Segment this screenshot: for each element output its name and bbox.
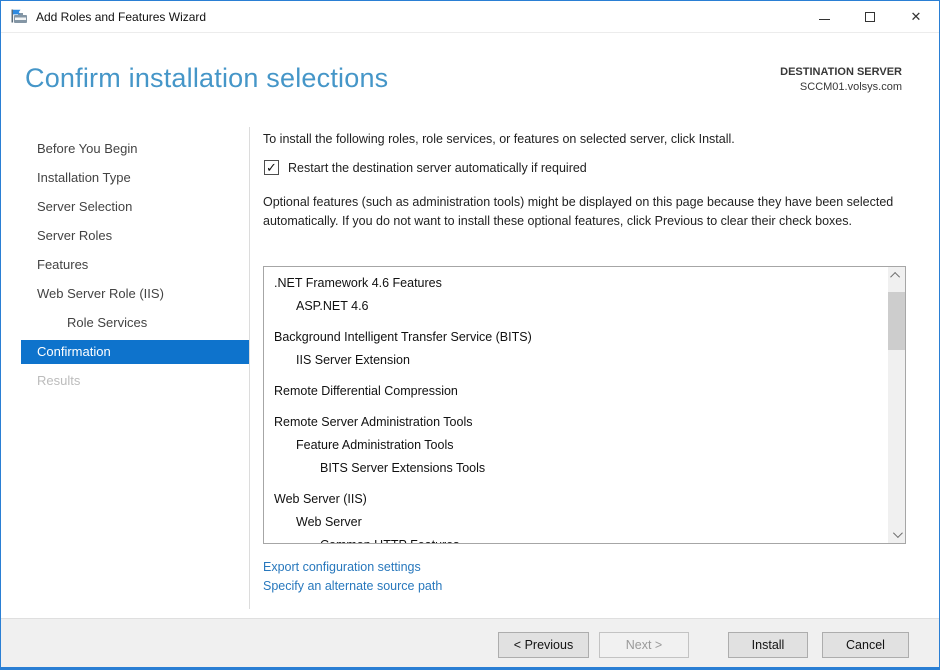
selection-group: Remote Differential Compression: [274, 380, 885, 403]
title-bar: Add Roles and Features Wizard ✕: [1, 1, 939, 33]
wizard-steps: Before You BeginInstallation TypeServer …: [21, 134, 249, 395]
server-manager-icon: [11, 9, 28, 25]
list-item-remote-server-administration-tools: Remote Server Administration Tools: [274, 411, 885, 434]
link-export-configuration-settings[interactable]: Export configuration settings: [263, 558, 442, 577]
destination-server-label: DESTINATION SERVER: [780, 65, 902, 80]
scroll-down-button[interactable]: [888, 526, 905, 543]
scroll-up-button[interactable]: [888, 267, 905, 284]
sidebar-item-role-services[interactable]: Role Services: [21, 308, 249, 337]
close-icon: ✕: [911, 10, 922, 23]
list-item-asp-net-4-6: ASP.NET 4.6: [274, 295, 885, 318]
sidebar-item-results: Results: [21, 366, 249, 395]
maximize-button[interactable]: [847, 1, 893, 32]
restart-checkbox-label: Restart the destination server automatic…: [288, 161, 587, 175]
selection-listbox[interactable]: .NET Framework 4.6 FeaturesASP.NET 4.6 Ba…: [263, 266, 906, 544]
list-item-net-framework-4-6-features: .NET Framework 4.6 Features: [274, 272, 885, 295]
selection-group: Background Intelligent Transfer Service …: [274, 326, 885, 372]
selection-list: .NET Framework 4.6 FeaturesASP.NET 4.6 Ba…: [264, 267, 905, 544]
selection-group: Remote Server Administration ToolsFeatur…: [274, 411, 885, 480]
close-button[interactable]: ✕: [893, 1, 939, 32]
chevron-down-icon: [893, 528, 903, 538]
sidebar-item-confirmation[interactable]: Confirmation: [21, 340, 249, 364]
chevron-up-icon: [890, 272, 900, 282]
list-item-feature-administration-tools: Feature Administration Tools: [274, 434, 885, 457]
scrollbar-thumb[interactable]: [888, 292, 905, 350]
wizard-window: Add Roles and Features Wizard ✕ Confirm …: [0, 0, 940, 670]
listbox-scrollbar[interactable]: [888, 267, 905, 543]
window-title: Add Roles and Features Wizard: [36, 10, 206, 24]
list-item-remote-differential-compression: Remote Differential Compression: [274, 380, 885, 403]
cancel-button[interactable]: Cancel: [822, 632, 909, 658]
list-item-bits-server-extensions-tools: BITS Server Extensions Tools: [274, 457, 885, 480]
sidebar-item-installation-type[interactable]: Installation Type: [21, 163, 249, 192]
list-item-common-http-features: Common HTTP Features: [274, 534, 885, 544]
maximize-icon: [865, 12, 875, 22]
minimize-button[interactable]: [801, 1, 847, 32]
list-item-iis-server-extension: IIS Server Extension: [274, 349, 885, 372]
minimize-icon: [819, 19, 830, 20]
previous-button[interactable]: < Previous: [498, 632, 589, 658]
list-item-background-intelligent-transfer-service-bits: Background Intelligent Transfer Service …: [274, 326, 885, 349]
sidebar-item-web-server-role-iis[interactable]: Web Server Role (IIS): [21, 279, 249, 308]
optional-features-note: Optional features (such as administratio…: [263, 193, 913, 231]
sidebar-item-server-selection[interactable]: Server Selection: [21, 192, 249, 221]
intro-text: To install the following roles, role ser…: [263, 132, 735, 146]
next-button: Next >: [599, 632, 689, 658]
command-links: Export configuration settingsSpecify an …: [263, 558, 442, 596]
list-item-web-server: Web Server: [274, 511, 885, 534]
sidebar-item-features[interactable]: Features: [21, 250, 249, 279]
destination-server-name: SCCM01.volsys.com: [780, 80, 902, 95]
sidebar-item-server-roles[interactable]: Server Roles: [21, 221, 249, 250]
selection-group: .NET Framework 4.6 FeaturesASP.NET 4.6: [274, 272, 885, 318]
checkmark-icon: ✓: [266, 161, 277, 174]
list-item-web-server-iis: Web Server (IIS): [274, 488, 885, 511]
selection-group: Web Server (IIS)Web ServerCommon HTTP Fe…: [274, 488, 885, 544]
link-specify-an-alternate-source-path[interactable]: Specify an alternate source path: [263, 577, 442, 596]
sidebar-divider: [249, 127, 250, 609]
restart-checkbox[interactable]: ✓: [264, 160, 279, 175]
page-title: Confirm installation selections: [25, 63, 388, 94]
destination-server-block: DESTINATION SERVER SCCM01.volsys.com: [780, 65, 902, 95]
window-controls: ✕: [801, 1, 939, 32]
install-button[interactable]: Install: [728, 632, 808, 658]
sidebar-item-before-you-begin[interactable]: Before You Begin: [21, 134, 249, 163]
restart-row: ✓ Restart the destination server automat…: [264, 160, 587, 175]
